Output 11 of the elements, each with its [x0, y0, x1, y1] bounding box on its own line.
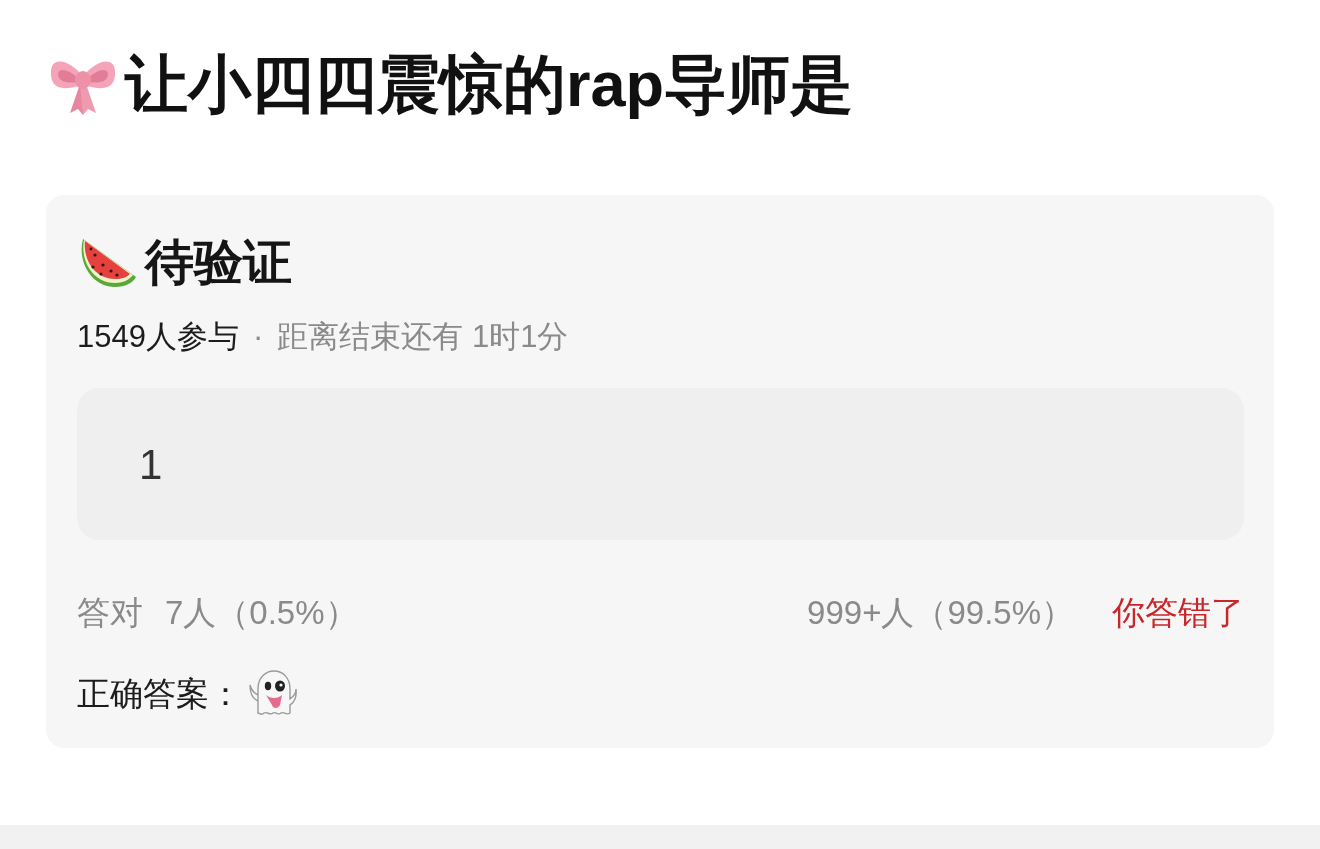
correct-label: 答对 [77, 595, 143, 629]
separator-dot: · [252, 320, 264, 352]
correct-answer-label: 正确答案： [77, 676, 242, 710]
quiz-status: 待验证 [145, 238, 292, 287]
correct-count: 7人（0.5%） [165, 595, 358, 629]
result-verdict: 你答错了 [1112, 595, 1244, 629]
answer-field[interactable]: 1 [77, 388, 1244, 540]
ghost-icon [248, 669, 298, 717]
countdown-text: 距离结束还有 1时1分 [277, 320, 569, 352]
participant-count: 1549人参与 [77, 320, 239, 352]
wrong-count: 999+人（99.5%） [807, 595, 1074, 629]
